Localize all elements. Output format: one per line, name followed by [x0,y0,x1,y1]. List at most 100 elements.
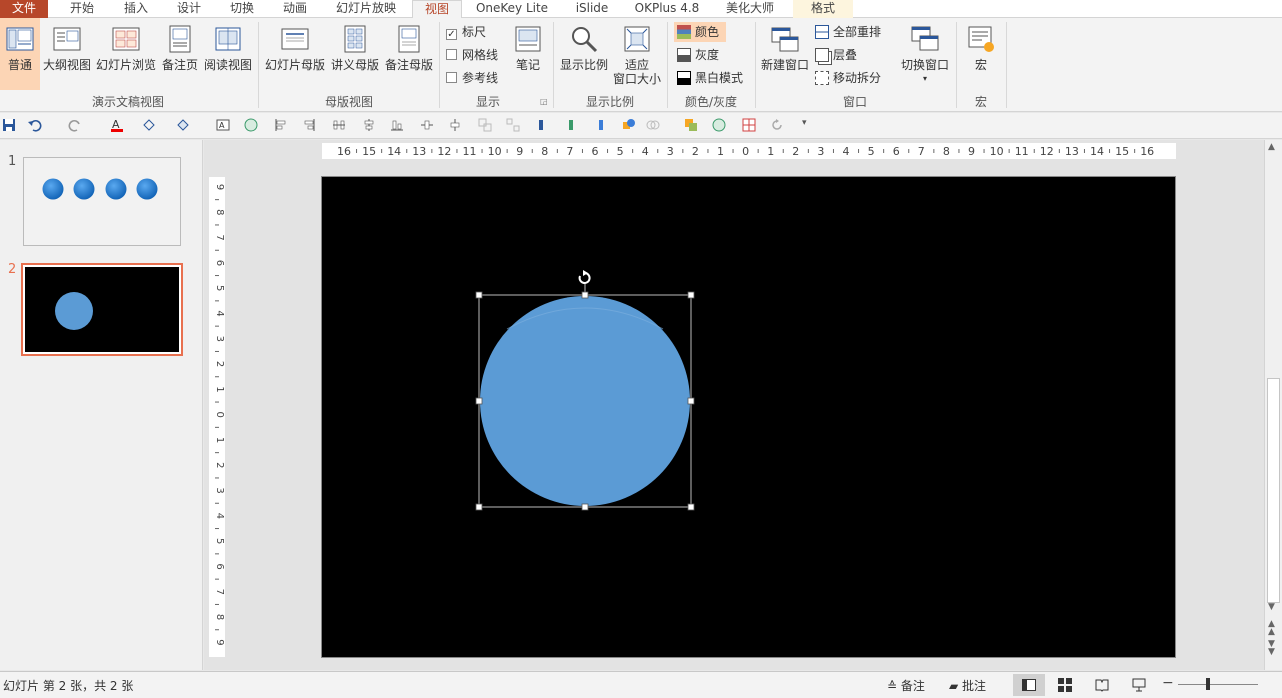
circle-green-icon[interactable] [712,118,726,132]
tab-islide[interactable]: iSlide [560,0,624,18]
notes-button[interactable]: 笔记 [508,18,548,90]
outline-view-icon [53,27,81,51]
distribute-vertical-icon[interactable] [448,118,462,132]
group-label-master-views: 母版视图 [324,95,373,109]
redo-icon[interactable] [68,118,82,132]
comments-status-button[interactable]: ▰ 批注 [949,677,986,694]
group-label-macros: 宏 [974,95,987,109]
textbox-icon[interactable]: A [216,118,230,132]
zoom-out-icon[interactable]: − [1162,675,1174,691]
normal-view-status-button[interactable] [1013,674,1045,696]
tab-slideshow[interactable]: 幻灯片放映 [322,0,410,18]
fragment-icon[interactable] [742,118,756,132]
ruler-label: 7 [214,234,225,240]
previous-slide-icon[interactable]: ▲ ▲ [1268,620,1275,637]
gridlines-checkbox[interactable]: 网格线 [446,46,498,64]
slide-canvas[interactable] [321,176,1176,658]
tab-onekey-lite[interactable]: OneKey Lite [468,0,556,18]
move-split-button[interactable]: 移动拆分 [815,68,881,88]
ruler-label: 15 [1115,145,1129,158]
tab-okplus[interactable]: OKPlus 4.8 [628,0,706,18]
group-label-zoom: 显示比例 [585,95,634,109]
font-color-icon[interactable]: A [110,118,124,132]
tab-transitions[interactable]: 切换 [216,0,268,18]
zoom-slider-thumb[interactable] [1206,678,1210,690]
bar-blue-alt-icon[interactable] [594,118,608,132]
notes-master-button[interactable]: 备注母版 [383,18,435,90]
ruler-checkbox[interactable]: ✓ 标尺 [446,23,486,41]
align-left-icon[interactable] [274,118,288,132]
union-icon[interactable] [684,118,698,132]
align-bottom-icon[interactable] [390,118,404,132]
outline-view-button[interactable]: 大纲视图 [42,18,92,90]
align-center-icon[interactable] [332,118,346,132]
normal-view-button[interactable]: 普通 [0,18,40,90]
color-button[interactable]: 颜色 [674,22,726,42]
rotate-handle-icon[interactable] [578,270,591,284]
group-icon[interactable] [478,118,492,132]
black-white-button[interactable]: 黑白模式 [677,68,743,88]
arrange-all-icon [815,25,829,39]
tab-file[interactable]: 文件 [0,0,48,18]
cascade-button[interactable]: 层叠 [815,45,857,65]
ruler-label: 5 [868,145,875,158]
ungroup-icon[interactable] [506,118,520,132]
tab-home[interactable]: 开始 [56,0,108,18]
oval-icon[interactable] [244,118,258,132]
fit-to-window-button[interactable]: 适应 窗口大小 [612,18,662,90]
arrange-all-button[interactable]: 全部重排 [815,22,881,42]
handout-master-button[interactable]: 讲义母版 [329,18,381,90]
save-icon[interactable] [2,118,16,132]
align-right-icon[interactable] [302,118,316,132]
tab-design[interactable]: 设计 [163,0,215,18]
merge-shapes-icon[interactable] [622,118,636,132]
switch-window-button[interactable]: 切换窗口 ▾ [898,18,952,90]
bar-blue-icon[interactable] [534,118,548,132]
tab-view[interactable]: 视图 [412,0,462,19]
tab-format[interactable]: 格式 [793,0,853,18]
ruler-label: 9 [516,145,523,158]
slide-thumbnail-1[interactable] [23,157,181,246]
notes-status-button[interactable]: ≙ 备注 [887,677,925,694]
reading-view-icon[interactable] [1095,678,1109,692]
tab-meihua[interactable]: 美化大师 [710,0,790,18]
slide-thumbnail-2[interactable] [21,263,183,356]
intersect-icon[interactable] [646,118,660,132]
next-slide-icon[interactable]: ▼ ▼ [1268,640,1275,657]
slide-sorter-icon[interactable] [1058,678,1072,692]
slideshow-icon[interactable] [1132,678,1146,692]
notes-icon: ≙ [887,679,901,693]
ruler-label: 12 [1040,145,1054,158]
new-window-button[interactable]: 新建窗口 [758,18,812,90]
customize-toolbar-icon[interactable]: ▾ [802,118,807,128]
macros-button[interactable]: 宏 [960,18,1002,90]
scroll-up-icon[interactable]: ▲ [1268,142,1275,152]
dialog-launcher-icon[interactable]: ◲ [540,97,548,106]
distribute-horizontal-icon[interactable] [420,118,434,132]
zoom-button[interactable]: 显示比例 [558,18,610,90]
slide-master-icon [281,28,309,50]
ruler-label: 4 [214,310,225,316]
ruler-label: 15 [362,145,376,158]
refresh-icon[interactable] [770,118,784,132]
notes-page-button[interactable]: 备注页 [160,18,200,90]
bar-green-icon[interactable] [564,118,578,132]
quick-access-toolbar: A A ▾ [0,113,1282,139]
circle-shape[interactable] [480,296,690,506]
tab-insert[interactable]: 插入 [110,0,162,18]
reading-view-button[interactable]: 阅读视图 [202,18,254,90]
shape-outline-icon[interactable] [176,118,190,132]
align-middle-icon[interactable] [362,118,376,132]
vertical-scrollbar[interactable]: ▲ ▼ ▲ ▲ ▼ ▼ [1264,140,1282,670]
slide-master-button[interactable]: 幻灯片母版 [263,18,327,90]
shape-fill-icon[interactable] [142,118,156,132]
scroll-down-icon[interactable]: ▼ [1268,602,1275,612]
tab-animations[interactable]: 动画 [269,0,321,18]
notes-icon [515,26,541,52]
guides-checkbox[interactable]: 参考线 [446,69,498,87]
slide-sorter-button[interactable]: 幻灯片浏览 [94,18,158,90]
grayscale-button[interactable]: 灰度 [677,45,719,65]
scrollbar-thumb[interactable] [1267,378,1280,603]
undo-icon[interactable] [28,118,42,132]
zoom-slider[interactable] [1178,684,1258,685]
